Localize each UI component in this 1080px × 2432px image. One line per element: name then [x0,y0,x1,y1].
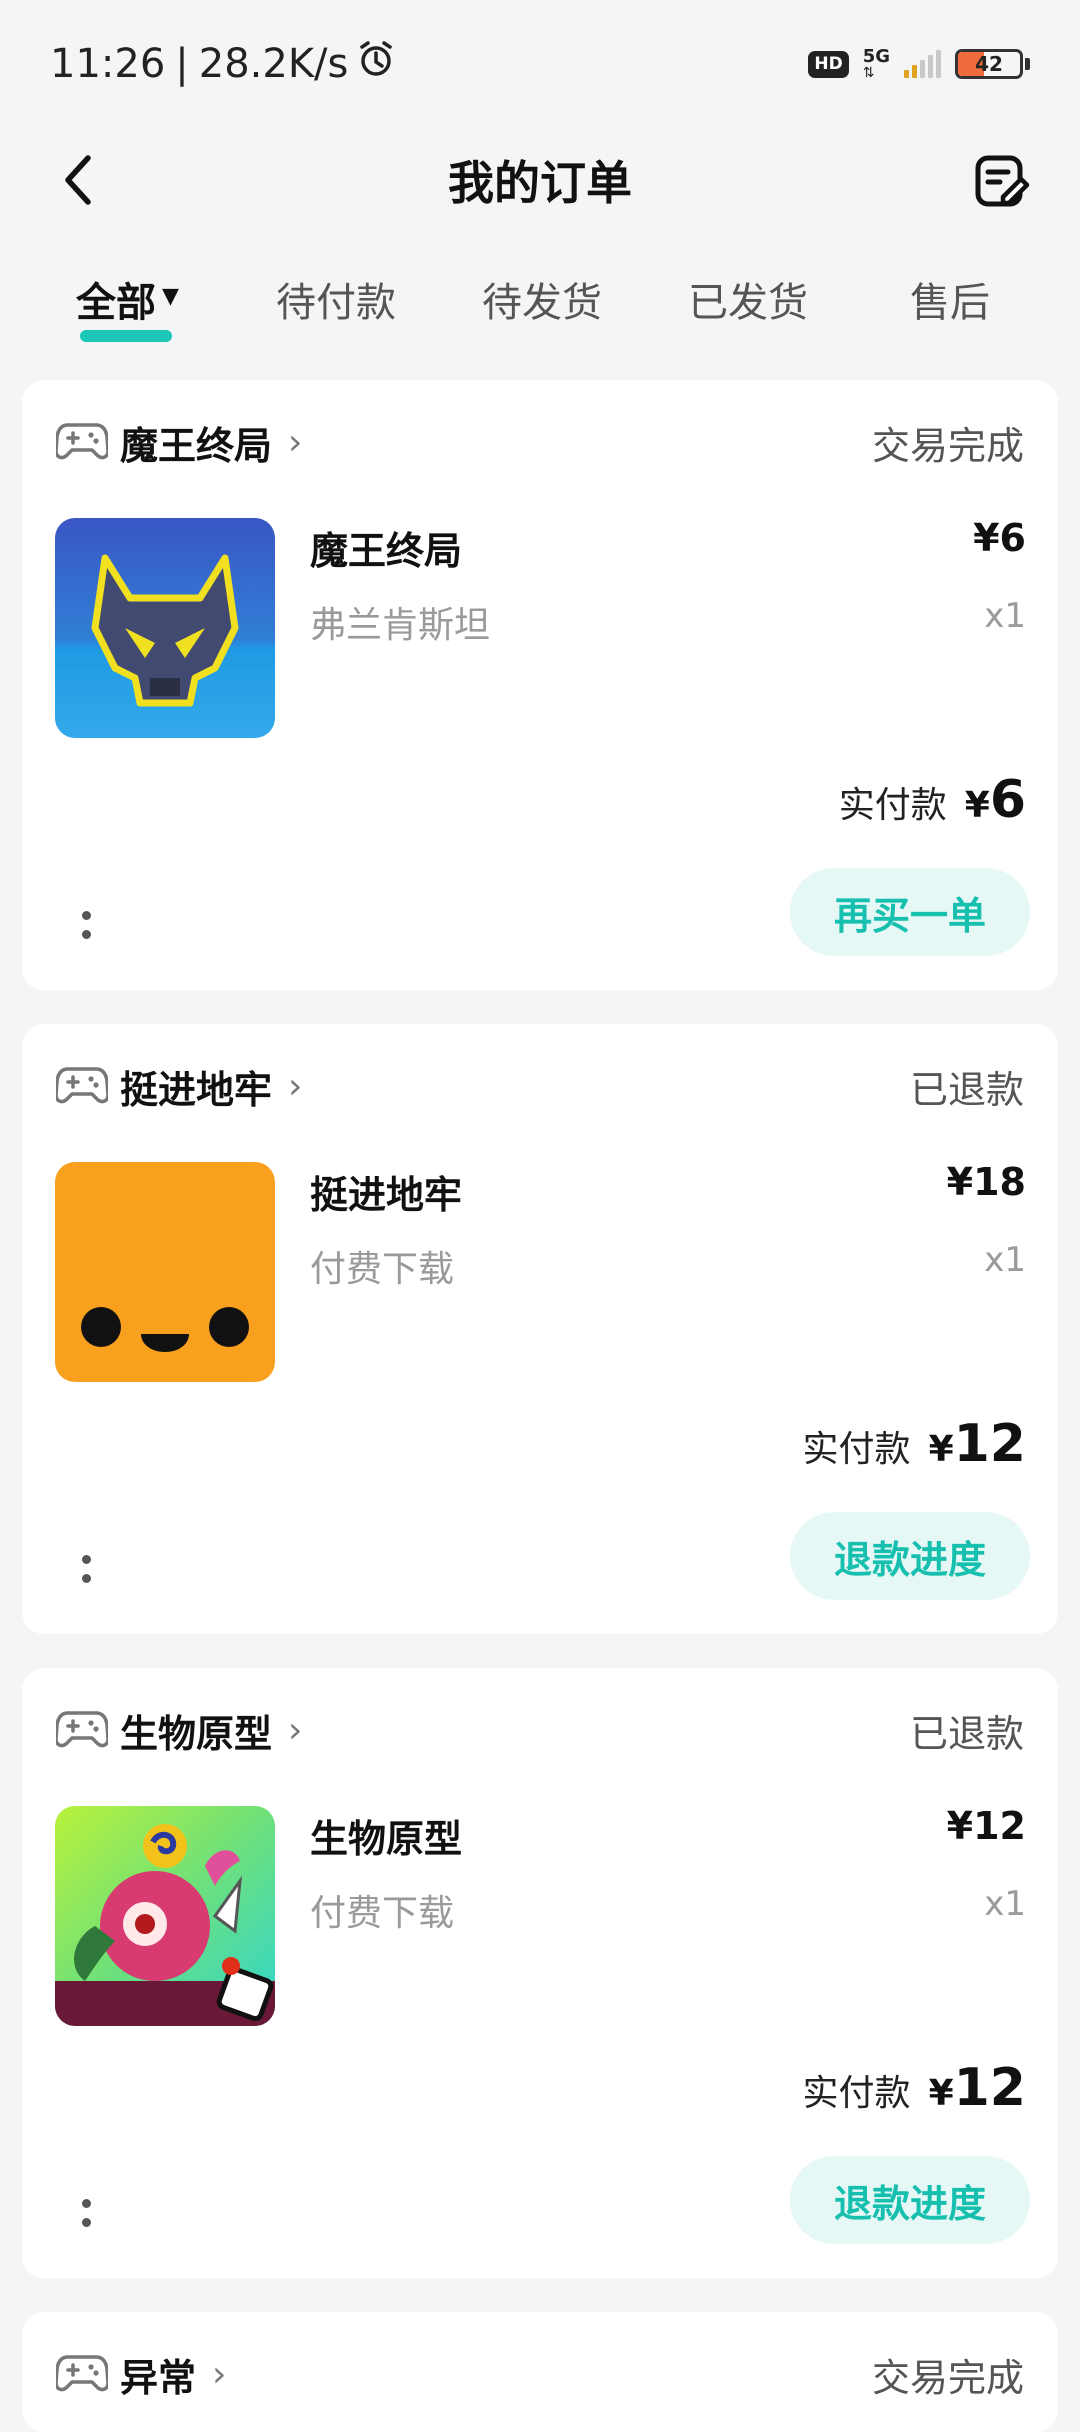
gamepad-icon [56,2352,108,2396]
shop-name[interactable]: 魔王终局 [120,415,272,470]
hd-badge: HD [808,50,849,78]
shop-name[interactable]: 挺进地牢 [120,1059,272,1114]
item-price: ¥6 [973,516,1026,560]
order-card[interactable]: 生物原型 › 已退款 生物原型 付费下载 ¥12 x1 实付款 ¥12 退款进度 [22,1668,1058,2278]
caret-down-icon: ▼ [162,284,179,309]
tab-all[interactable]: 全部 ▼ [76,270,179,350]
order-card[interactable]: 异常 › 交易完成 [22,2312,1058,2432]
item-quantity: x1 [984,1240,1026,1280]
more-options-icon[interactable] [66,1539,106,1599]
refund-progress-button[interactable]: 退款进度 [790,2156,1030,2244]
paid-label: 实付款 [802,1429,911,1470]
game-thumbnail[interactable] [55,1162,275,1382]
status-right: HD 5G ⇅ 42 [808,48,1030,80]
alarm-icon [356,39,396,89]
paid-amount-number: 12 [953,1414,1026,1474]
tab-after-sales-label: 售后 [910,280,990,326]
order-status: 已退款 [909,1067,1024,1112]
order-status: 交易完成 [871,2355,1024,2400]
data-arrows-icon: ⇅ [862,65,875,81]
signal-icon [904,50,941,78]
item-variant: 弗兰肯斯坦 [310,605,491,646]
chevron-right-icon[interactable]: › [212,2354,226,2395]
tab-pending-payment-label: 待付款 [276,280,396,326]
item-name[interactable]: 挺进地牢 [310,1164,462,1219]
network-indicator: 5G ⇅ [862,46,890,81]
order-card-header: 魔王终局 › 交易完成 [56,412,1024,472]
order-tabs: 全部 ▼ 待付款 待发货 已发货 售后 [0,270,1080,350]
paid-row: 实付款 ¥6 [839,770,1026,830]
item-price: ¥12 [946,1804,1026,1848]
buy-again-button[interactable]: 再买一单 [790,868,1030,956]
shop-name[interactable]: 生物原型 [120,1703,272,1758]
order-card-header: 异常 › 交易完成 [56,2344,1024,2404]
tab-shipped[interactable]: 已发货 [688,270,808,350]
tab-active-underline [80,330,172,342]
tab-pending-shipment-label: 待发货 [482,280,602,326]
more-options-icon[interactable] [66,895,106,955]
item-variant: 付费下载 [310,1249,455,1290]
battery-tip [1025,58,1030,70]
tab-shipped-label: 已发货 [688,280,808,326]
battery-text: 42 [975,52,1003,76]
paid-currency: ¥ [928,1429,954,1470]
back-button[interactable] [50,150,110,210]
tab-all-label: 全部 [76,280,156,326]
status-time: 11:26 [50,41,166,87]
edit-button[interactable] [970,150,1034,214]
paid-row: 实付款 ¥12 [803,2058,1026,2118]
page-title: 我的订单 [448,156,632,210]
tab-pending-shipment[interactable]: 待发货 [482,270,602,350]
chevron-right-icon[interactable]: › [288,422,302,463]
status-net-speed: 28.2K/s [198,41,349,87]
paid-currency: ¥ [928,2073,954,2114]
order-card-header: 生物原型 › 已退款 [56,1700,1024,1760]
order-status: 已退款 [909,1711,1024,1756]
paid-row: 实付款 ¥12 [803,1414,1026,1474]
gamepad-icon [56,1064,108,1108]
item-quantity: x1 [984,596,1026,636]
paid-label: 实付款 [838,785,947,826]
more-options-icon[interactable] [66,2183,106,2243]
paid-currency: ¥ [964,785,990,826]
status-separator: | [175,41,189,87]
paid-amount: ¥6 [965,770,1026,830]
tab-pending-payment[interactable]: 待付款 [276,270,396,350]
paid-amount: ¥12 [929,2058,1026,2118]
header: 我的订单 [0,128,1080,232]
game-thumbnail[interactable] [55,518,275,738]
item-name[interactable]: 生物原型 [310,1808,462,1863]
tab-after-sales[interactable]: 售后 [910,270,990,350]
network-type: 5G [862,46,890,67]
refund-progress-button[interactable]: 退款进度 [790,1512,1030,1600]
gamepad-icon [56,1708,108,1752]
order-card-header: 挺进地牢 › 已退款 [56,1056,1024,1116]
paid-amount-number: 12 [953,2058,1026,2118]
gamepad-icon [56,420,108,464]
item-name[interactable]: 魔王终局 [310,520,462,575]
game-thumbnail[interactable] [55,1806,275,2026]
status-left: 11:26 | 28.2K/s [50,39,396,89]
paid-label: 实付款 [802,2073,911,2114]
chevron-right-icon[interactable]: › [288,1710,302,1751]
paid-amount: ¥12 [929,1414,1026,1474]
edit-note-icon [975,155,1030,207]
order-status: 交易完成 [871,423,1024,468]
item-quantity: x1 [984,1884,1026,1924]
order-card[interactable]: 魔王终局 › 交易完成 魔王终局 弗兰肯斯坦 ¥6 x1 实付款 ¥6 再买一单 [22,380,1058,990]
order-card[interactable]: 挺进地牢 › 已退款 挺进地牢 付费下载 ¥18 x1 实付款 ¥12 退款进度 [22,1024,1058,1634]
chevron-right-icon[interactable]: › [288,1066,302,1107]
item-price: ¥18 [946,1160,1026,1204]
shop-name[interactable]: 异常 [120,2347,196,2402]
status-bar: 11:26 | 28.2K/s HD 5G ⇅ 42 [0,0,1080,128]
item-variant: 付费下载 [310,1893,455,1934]
back-arrow-icon [65,155,91,205]
paid-amount-number: 6 [989,770,1026,830]
battery-icon: 42 [955,49,1023,79]
